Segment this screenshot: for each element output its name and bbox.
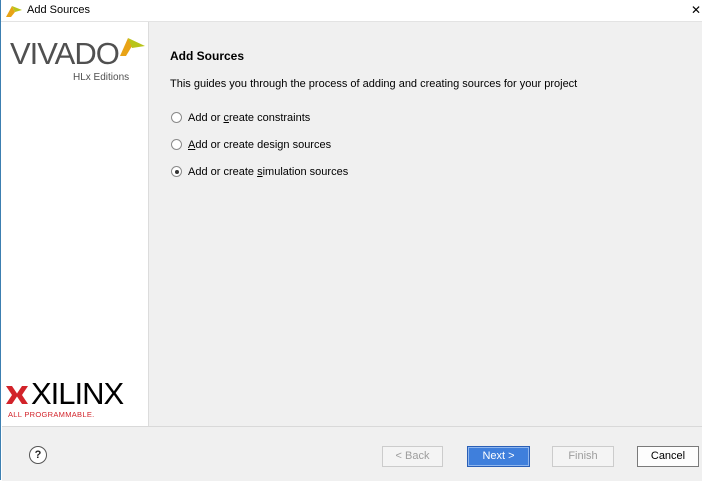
- cancel-button[interactable]: Cancel: [637, 446, 699, 467]
- radio-button[interactable]: [171, 112, 182, 123]
- vivado-logo-icon: [120, 38, 145, 56]
- option-add-create-constraints[interactable]: Add or create constraints: [171, 111, 471, 127]
- next-button[interactable]: Next >: [467, 446, 530, 467]
- radio-button-selected[interactable]: [171, 166, 182, 177]
- wizard-page: Add Sources This guides you through the …: [149, 22, 702, 426]
- xilinx-logo-icon: [6, 386, 28, 404]
- radio-button[interactable]: [171, 139, 182, 150]
- vivado-logo: VIVADO HLx Editions: [10, 34, 145, 94]
- page-title: Add Sources: [170, 49, 245, 63]
- xilinx-logo-tagline: ALL PROGRAMMABLE.: [8, 410, 95, 419]
- vivado-logo-word: VIVADO: [10, 36, 120, 71]
- xilinx-logo-word: XILINX: [31, 376, 124, 411]
- button-bar: ? < Back Next > Finish Cancel: [2, 426, 702, 481]
- close-icon[interactable]: ✕: [691, 3, 701, 17]
- help-icon[interactable]: ?: [29, 446, 47, 464]
- vivado-app-icon: [6, 6, 22, 17]
- option-label: Add or create design sources: [188, 139, 332, 151]
- option-label: Add or create constraints: [188, 112, 311, 124]
- sidebar-branding: VIVADO HLx Editions XILINX ALL PROGRAMMA…: [2, 22, 149, 426]
- back-button[interactable]: < Back: [382, 446, 443, 467]
- title-bar: Add Sources ✕: [1, 0, 702, 22]
- window-title: Add Sources: [27, 4, 90, 16]
- xilinx-logo: XILINX ALL PROGRAMMABLE.: [6, 376, 146, 425]
- page-description: This guides you through the process of a…: [170, 78, 578, 90]
- option-add-create-simulation-sources[interactable]: Add or create simulation sources: [171, 165, 471, 181]
- option-add-create-design-sources[interactable]: Add or create design sources: [171, 138, 471, 154]
- option-label: Add or create simulation sources: [188, 166, 349, 178]
- vivado-logo-subtitle: HLx Editions: [73, 72, 130, 83]
- add-sources-dialog: Add Sources ✕ VIVADO HLx Editions XILINX…: [0, 0, 702, 481]
- finish-button[interactable]: Finish: [552, 446, 614, 467]
